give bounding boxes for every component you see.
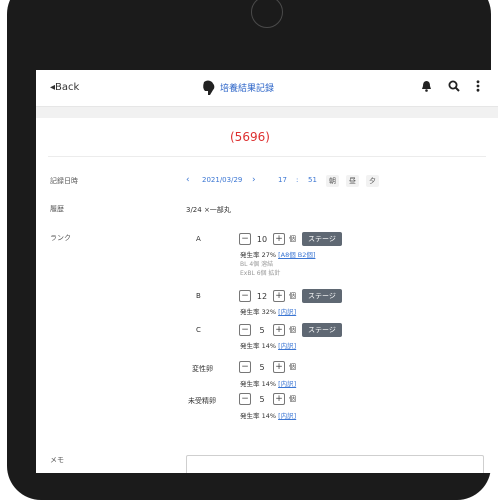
brand: 培養結果記録 — [202, 79, 274, 95]
time-separator: : — [296, 176, 299, 184]
back-button[interactable]: ◂Back — [50, 82, 79, 93]
rank-c-rate: 発生率 14% [内訳] — [240, 340, 296, 350]
record-counter: (5696) — [230, 130, 270, 144]
origin-value: 3/24 ×一部丸 — [186, 206, 231, 214]
divider — [48, 156, 486, 157]
decrement-button[interactable]: − — [239, 324, 251, 336]
increment-button[interactable]: + — [273, 324, 285, 336]
app-screen: ◂Back 培養結果記録 (5696) 記録日時 ‹ 2021/03/29 › … — [36, 70, 498, 473]
unit-label: 個 — [289, 326, 296, 334]
rank-degenerate-rate: 発生率 14% [内訳] — [240, 378, 296, 388]
origin-label: 履歴 — [50, 205, 64, 213]
mouse-logo-icon — [203, 80, 215, 95]
increment-button[interactable]: + — [273, 290, 285, 302]
rate-breakdown-link[interactable]: [A8個 B2個] — [278, 251, 315, 259]
bell-icon[interactable] — [421, 80, 432, 92]
date-value[interactable]: 2021/03/29 — [202, 176, 242, 184]
stage-button[interactable]: ステージ — [302, 323, 342, 337]
stage-button[interactable]: ステージ — [302, 289, 342, 303]
rank-label: ランク — [50, 234, 71, 242]
decrement-button[interactable]: − — [239, 233, 251, 245]
rate-text: 発生率 27% — [240, 251, 277, 259]
rank-b-label: B — [196, 292, 201, 300]
rate-breakdown-link[interactable]: [内訳] — [278, 342, 296, 350]
increment-button[interactable]: + — [273, 361, 285, 373]
record-date-label: 記録日時 — [50, 177, 78, 185]
camera-icon — [251, 0, 283, 28]
rank-c-stepper: − 5 + 個 ステージ — [239, 323, 342, 337]
unit-label: 個 — [289, 395, 296, 403]
minute-value[interactable]: 51 — [308, 176, 317, 184]
rank-b-rate: 発生率 32% [内訳] — [240, 306, 296, 316]
decrement-button[interactable]: − — [239, 393, 251, 405]
hour-value[interactable]: 17 — [278, 176, 287, 184]
header-band — [36, 107, 498, 118]
period-morning-button[interactable]: 朝 — [326, 175, 339, 187]
rank-unfertilized-count[interactable]: 5 — [251, 395, 273, 404]
rank-a-stepper: − 10 + 個 ステージ — [239, 232, 342, 246]
unit-label: 個 — [289, 235, 296, 243]
increment-button[interactable]: + — [273, 233, 285, 245]
rank-unfertilized-stepper: − 5 + 個 — [239, 393, 296, 405]
rank-c-label: C — [196, 326, 201, 334]
rate-text: 発生率 14% — [240, 342, 277, 350]
rate-text: 発生率 14% — [240, 380, 277, 388]
unit-label: 個 — [289, 292, 296, 300]
rank-degenerate-label: 変性卵 — [192, 365, 213, 373]
unit-label: 個 — [289, 363, 296, 371]
rank-degenerate-count[interactable]: 5 — [251, 363, 273, 372]
rate-breakdown-link[interactable]: [内訳] — [278, 412, 296, 420]
rank-unfertilized-label: 未受精卵 — [188, 397, 216, 405]
rank-b-count[interactable]: 12 — [251, 292, 273, 301]
rate-text: 発生率 14% — [240, 412, 277, 420]
date-prev-button[interactable]: ‹ — [186, 175, 190, 185]
rank-a-note-2: ExBL 6個 拡針 — [240, 270, 281, 277]
period-evening-button[interactable]: 夕 — [366, 175, 379, 187]
memo-label: メモ — [50, 456, 64, 464]
rank-unfertilized-rate: 発生率 14% [内訳] — [240, 410, 296, 420]
increment-button[interactable]: + — [273, 393, 285, 405]
app-bar: ◂Back 培養結果記録 — [36, 70, 498, 107]
memo-textarea[interactable] — [186, 455, 484, 473]
decrement-button[interactable]: − — [239, 361, 251, 373]
rate-breakdown-link[interactable]: [内訳] — [278, 308, 296, 316]
rank-b-stepper: − 12 + 個 ステージ — [239, 289, 342, 303]
toolbar-icons — [421, 80, 480, 92]
period-noon-button[interactable]: 昼 — [346, 175, 359, 187]
rate-breakdown-link[interactable]: [内訳] — [278, 380, 296, 388]
rank-a-count[interactable]: 10 — [251, 235, 273, 244]
rank-degenerate-stepper: − 5 + 個 — [239, 361, 296, 373]
date-next-button[interactable]: › — [252, 175, 256, 185]
rank-a-note-1: BL 4個 溶結 — [240, 261, 274, 268]
decrement-button[interactable]: − — [239, 290, 251, 302]
rank-c-count[interactable]: 5 — [251, 326, 273, 335]
stage-button[interactable]: ステージ — [302, 232, 342, 246]
rate-text: 発生率 32% — [240, 308, 277, 316]
more-vert-icon[interactable] — [476, 80, 480, 92]
search-icon[interactable] — [448, 80, 460, 92]
rank-a-rate: 発生率 27% [A8個 B2個] — [240, 249, 315, 259]
page-title: 培養結果記録 — [220, 83, 275, 94]
rank-a-label: A — [196, 235, 201, 243]
